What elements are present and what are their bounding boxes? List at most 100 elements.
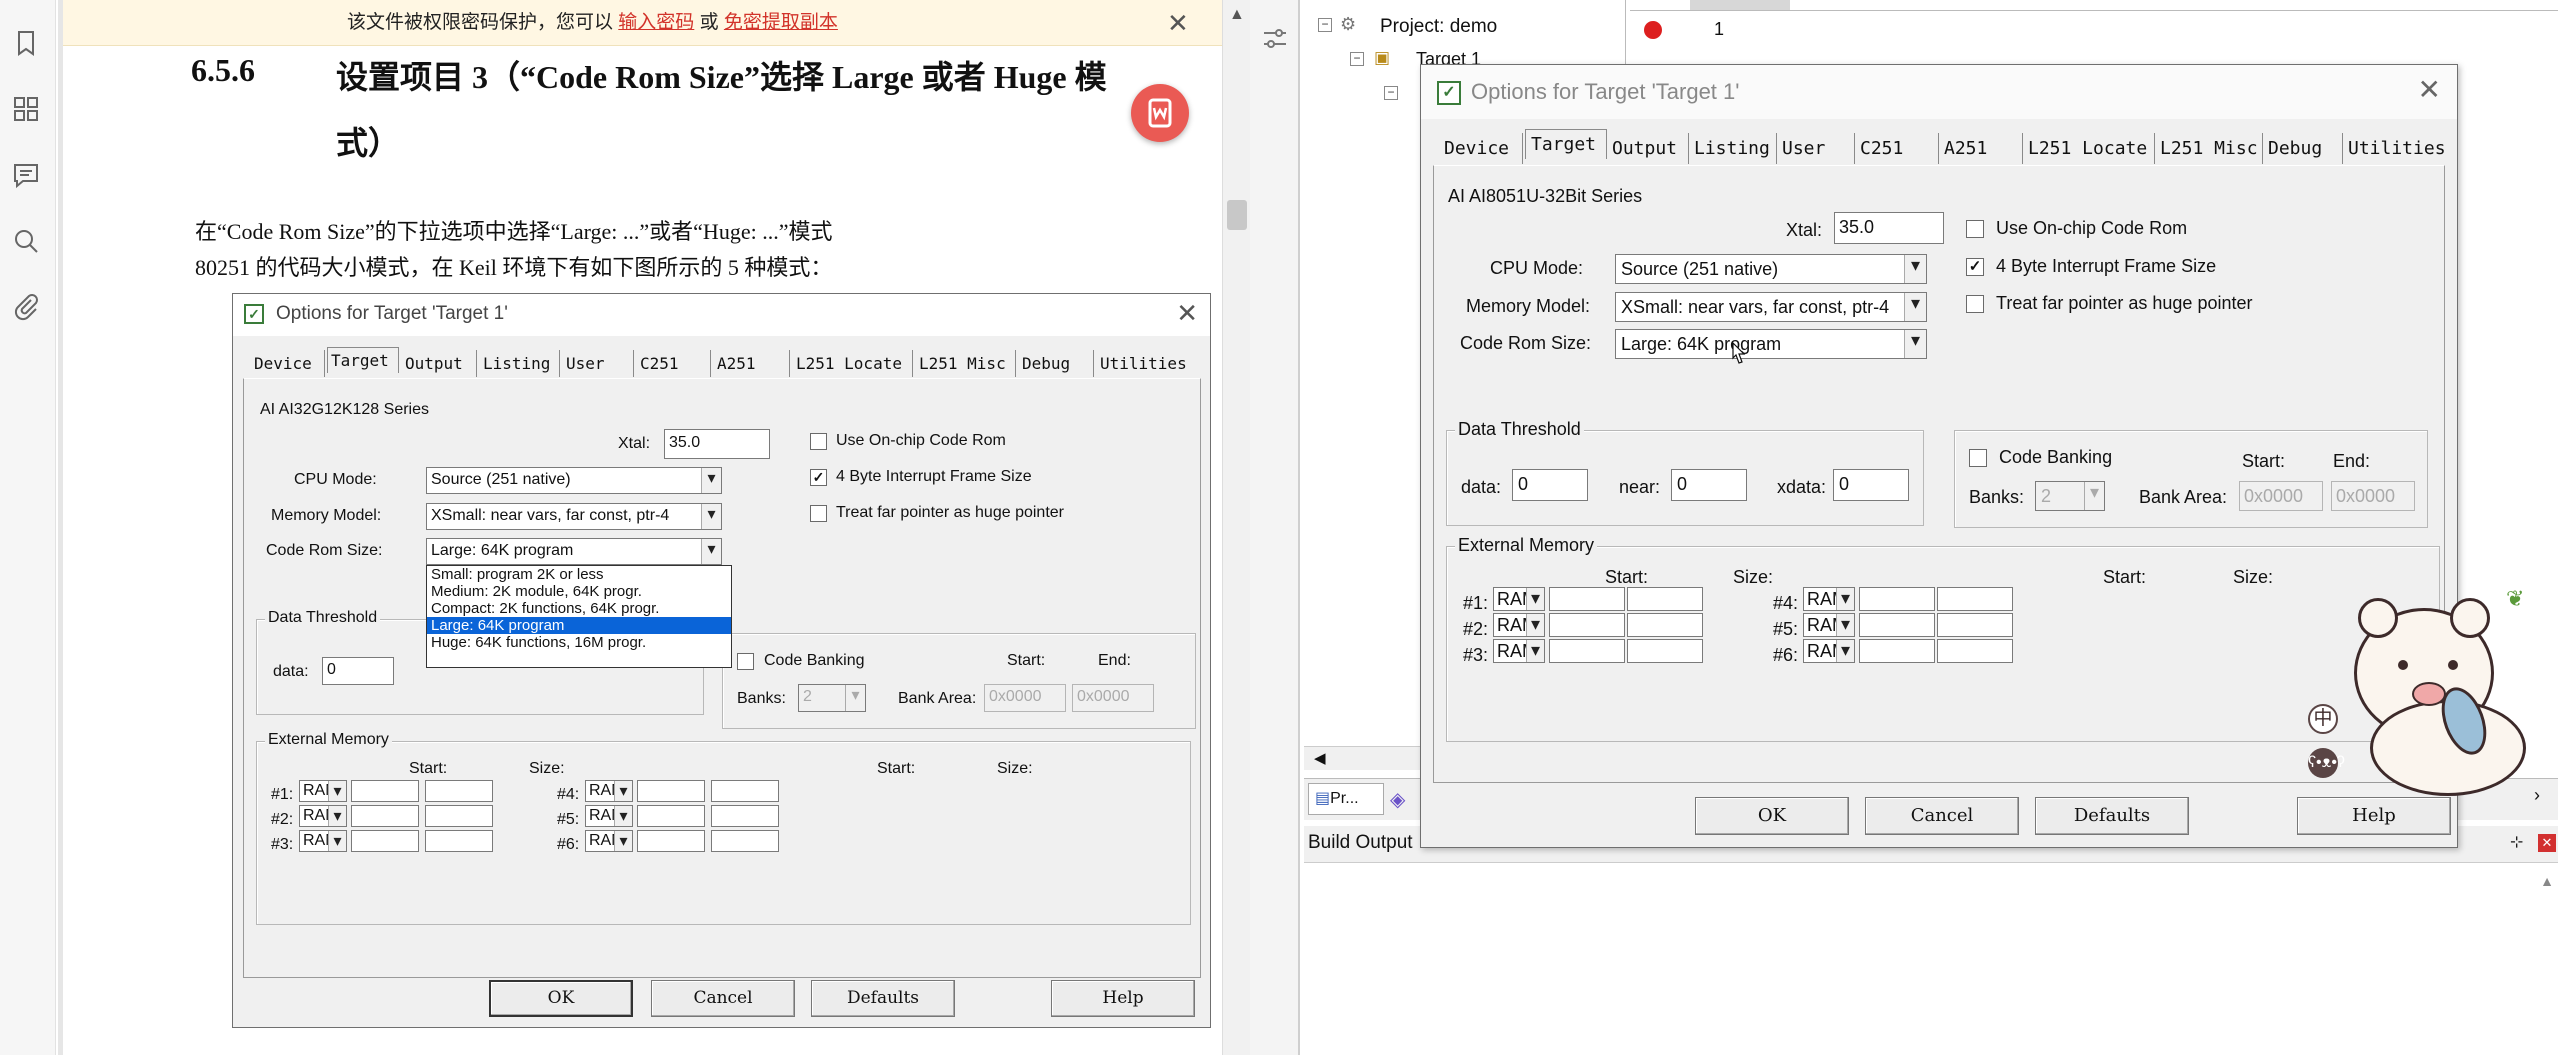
help-button[interactable]: Help bbox=[1051, 980, 1195, 1017]
memory-type-select[interactable]: RAM ▾ bbox=[299, 830, 347, 852]
bookmark-icon[interactable] bbox=[11, 28, 41, 58]
tab-listing[interactable]: Listing bbox=[480, 350, 560, 377]
ime-bear-icon[interactable]: ʕ•ᴥ•ʔ bbox=[2308, 748, 2345, 778]
tab-utilities[interactable]: Utilities bbox=[2345, 133, 2446, 164]
code-rom-select[interactable]: Large: 64K program ▾ bbox=[1615, 329, 1927, 359]
tab-user[interactable]: User bbox=[563, 350, 634, 377]
tab-a251[interactable]: A251 bbox=[714, 350, 790, 377]
memory-start-input[interactable] bbox=[637, 805, 705, 827]
dropdown-option[interactable]: Huge: 64K functions, 16M progr. bbox=[427, 634, 731, 651]
memory-model-select[interactable]: XSmall: near vars, far const, ptr-4 ▾ bbox=[426, 503, 722, 530]
memory-size-input[interactable] bbox=[1627, 587, 1703, 611]
tab-a251[interactable]: A251 bbox=[1941, 133, 2023, 164]
cpu-mode-select[interactable]: Source (251 native) ▾ bbox=[426, 467, 722, 494]
pin-icon[interactable]: ⊹ bbox=[2510, 832, 2523, 852]
xtal-input[interactable]: 35.0 bbox=[664, 429, 770, 459]
thumbnails-icon[interactable] bbox=[11, 94, 41, 124]
scroll-thumb[interactable] bbox=[1227, 200, 1247, 230]
memory-type-select[interactable]: RAM ▾ bbox=[585, 830, 633, 852]
bank-start-input[interactable]: 0x0000 bbox=[984, 684, 1066, 712]
dropdown-option[interactable]: Small: program 2K or less bbox=[427, 566, 731, 583]
memory-model-select[interactable]: XSmall: near vars, far const, ptr-4 ▾ bbox=[1615, 292, 1927, 322]
close-icon[interactable]: ✕ bbox=[2538, 834, 2556, 852]
memory-start-input[interactable] bbox=[351, 805, 419, 827]
banks-select[interactable]: 2 ▾ bbox=[2035, 481, 2105, 511]
scroll-up-icon[interactable]: ▲ bbox=[1229, 6, 1245, 24]
tab-output[interactable]: Output bbox=[402, 350, 477, 377]
memory-start-input[interactable] bbox=[637, 830, 705, 852]
memory-size-input[interactable] bbox=[1627, 639, 1703, 663]
ok-button[interactable]: OK bbox=[489, 980, 633, 1017]
memory-type-select[interactable]: RAM ▾ bbox=[585, 805, 633, 827]
memory-size-input[interactable] bbox=[425, 805, 493, 827]
books-tab-icon[interactable]: ◈ bbox=[1390, 787, 1405, 812]
memory-start-input[interactable] bbox=[1549, 587, 1625, 611]
close-notice-icon[interactable]: ✕ bbox=[1167, 0, 1189, 46]
bank-end-input[interactable]: 0x0000 bbox=[1072, 684, 1154, 712]
search-icon[interactable] bbox=[11, 226, 41, 256]
project-tab[interactable]: ▤Pr... bbox=[1308, 783, 1384, 815]
tab-device[interactable]: Device bbox=[251, 350, 325, 377]
memory-type-select[interactable]: RAM ▾ bbox=[299, 805, 347, 827]
collapse-icon[interactable]: − bbox=[1350, 52, 1364, 66]
tab-l251-misc[interactable]: L251 Misc bbox=[2157, 133, 2263, 164]
close-icon[interactable]: ✕ bbox=[1176, 298, 1198, 329]
ime-mode-indicator[interactable]: 中 bbox=[2308, 704, 2338, 734]
memory-size-input[interactable] bbox=[1627, 613, 1703, 637]
attachment-icon[interactable] bbox=[11, 292, 41, 322]
collapse-icon[interactable]: − bbox=[1318, 18, 1332, 32]
tab-debug[interactable]: Debug bbox=[1019, 350, 1094, 377]
tab-c251[interactable]: C251 bbox=[1857, 133, 1939, 164]
tab-target[interactable]: Target bbox=[327, 347, 399, 373]
memory-type-select[interactable]: RAM ▾ bbox=[585, 780, 633, 802]
cpu-mode-select[interactable]: Source (251 native) ▾ bbox=[1615, 254, 1927, 284]
code-rom-select[interactable]: Large: 64K program ▾ bbox=[426, 538, 722, 565]
tab-output[interactable]: Output bbox=[1609, 133, 1689, 164]
memory-start-input[interactable] bbox=[1859, 587, 1935, 611]
tab-l251-misc[interactable]: L251 Misc bbox=[916, 350, 1016, 377]
tab-debug[interactable]: Debug bbox=[2265, 133, 2343, 164]
memory-size-input[interactable] bbox=[711, 805, 779, 827]
memory-size-input[interactable] bbox=[1937, 639, 2013, 663]
banks-select[interactable]: 2 ▾ bbox=[798, 684, 866, 712]
cancel-button[interactable]: Cancel bbox=[651, 980, 795, 1017]
defaults-button[interactable]: Defaults bbox=[2035, 797, 2189, 835]
ok-button[interactable]: OK bbox=[1695, 797, 1849, 835]
near-input[interactable]: 0 bbox=[1671, 469, 1747, 501]
collapse-icon[interactable]: − bbox=[1384, 86, 1398, 100]
xtal-input[interactable]: 35.0 bbox=[1834, 212, 1944, 244]
help-button[interactable]: Help bbox=[2297, 797, 2451, 835]
bank-start-input[interactable]: 0x0000 bbox=[2239, 481, 2323, 511]
memory-size-input[interactable] bbox=[711, 830, 779, 852]
code-banking-checkbox[interactable] bbox=[737, 653, 754, 670]
tab-c251[interactable]: C251 bbox=[637, 350, 711, 377]
memory-size-input[interactable] bbox=[711, 780, 779, 802]
cancel-button[interactable]: Cancel bbox=[1865, 797, 2019, 835]
memory-size-input[interactable] bbox=[425, 830, 493, 852]
4byte-frame-checkbox[interactable]: ✓ bbox=[1966, 258, 1984, 276]
tab-l251-locate[interactable]: L251 Locate bbox=[2025, 133, 2155, 164]
memory-type-select[interactable]: RAM ▾ bbox=[1493, 639, 1545, 663]
project-root[interactable]: Project: demo bbox=[1380, 16, 1497, 38]
enter-password-link[interactable]: 输入密码 bbox=[618, 12, 694, 33]
4byte-frame-checkbox[interactable]: ✓ bbox=[810, 469, 827, 486]
dropdown-option[interactable]: Medium: 2K module, 64K progr. bbox=[427, 583, 731, 600]
data-input[interactable]: 0 bbox=[322, 657, 394, 685]
memory-size-input[interactable] bbox=[425, 780, 493, 802]
far-pointer-checkbox[interactable] bbox=[1966, 295, 1984, 313]
code-banking-checkbox[interactable] bbox=[1969, 449, 1987, 467]
memory-start-input[interactable] bbox=[1549, 639, 1625, 663]
xdata-input[interactable]: 0 bbox=[1833, 469, 1909, 501]
memory-size-input[interactable] bbox=[1937, 613, 2013, 637]
memory-start-input[interactable] bbox=[1549, 613, 1625, 637]
tab-l251-locate[interactable]: L251 Locate bbox=[793, 350, 913, 377]
memory-start-input[interactable] bbox=[351, 780, 419, 802]
defaults-button[interactable]: Defaults bbox=[811, 980, 955, 1017]
breakpoint-icon[interactable] bbox=[1644, 21, 1662, 39]
memory-start-input[interactable] bbox=[637, 780, 705, 802]
scroll-up-icon[interactable]: ▲ bbox=[2540, 873, 2554, 889]
onchip-code-rom-checkbox[interactable] bbox=[1966, 220, 1984, 238]
memory-type-select[interactable]: RAM ▾ bbox=[299, 780, 347, 802]
memory-size-input[interactable] bbox=[1937, 587, 2013, 611]
dropdown-option[interactable]: Compact: 2K functions, 64K progr. bbox=[427, 600, 731, 617]
